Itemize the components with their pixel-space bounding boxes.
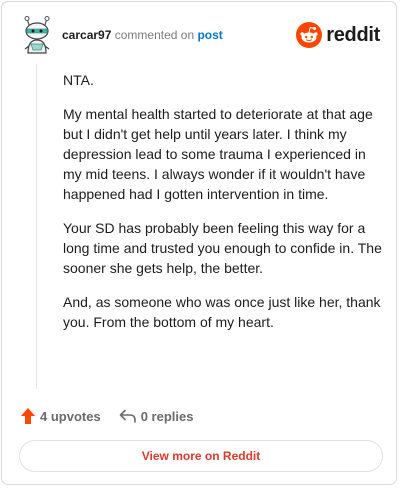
- upvote-count: 4 upvotes: [40, 408, 101, 424]
- reddit-logo[interactable]: reddit: [296, 22, 380, 48]
- upvote-button[interactable]: 4 upvotes: [20, 407, 101, 425]
- comment-paragraph: NTA.: [63, 72, 94, 88]
- reply-count: 0 replies: [140, 408, 194, 424]
- reddit-wordmark: reddit: [326, 23, 380, 46]
- comment-actions: 4 upvotes 0 replies: [20, 405, 193, 427]
- user-avatar[interactable]: [20, 16, 54, 54]
- action-text: commented on: [114, 28, 195, 42]
- reddit-snoo-icon: [296, 22, 323, 48]
- reply-button[interactable]: 0 replies: [119, 408, 194, 424]
- view-more-button[interactable]: View more on Reddit: [19, 440, 383, 472]
- comment-paragraph: Your SD has probably been feeling this w…: [63, 220, 382, 276]
- reply-arrow-icon: [119, 409, 136, 423]
- username-link[interactable]: carcar97: [62, 28, 111, 42]
- thread-line: [36, 64, 37, 389]
- snoo-avatar-icon: [24, 16, 50, 54]
- comment-meta: carcar97 commented on post: [62, 28, 223, 42]
- comment-body: NTA. My mental health started to deterio…: [63, 70, 383, 346]
- upvote-arrow-icon: [21, 408, 35, 424]
- comment-header: carcar97 commented on post reddit: [20, 16, 380, 56]
- comment-embed-card: carcar97 commented on post reddit NTA. M…: [1, 1, 397, 485]
- comment-paragraph: And, as someone who was once just like h…: [63, 294, 381, 330]
- post-link[interactable]: post: [197, 28, 222, 42]
- comment-paragraph: My mental health started to deteriorate …: [63, 106, 373, 202]
